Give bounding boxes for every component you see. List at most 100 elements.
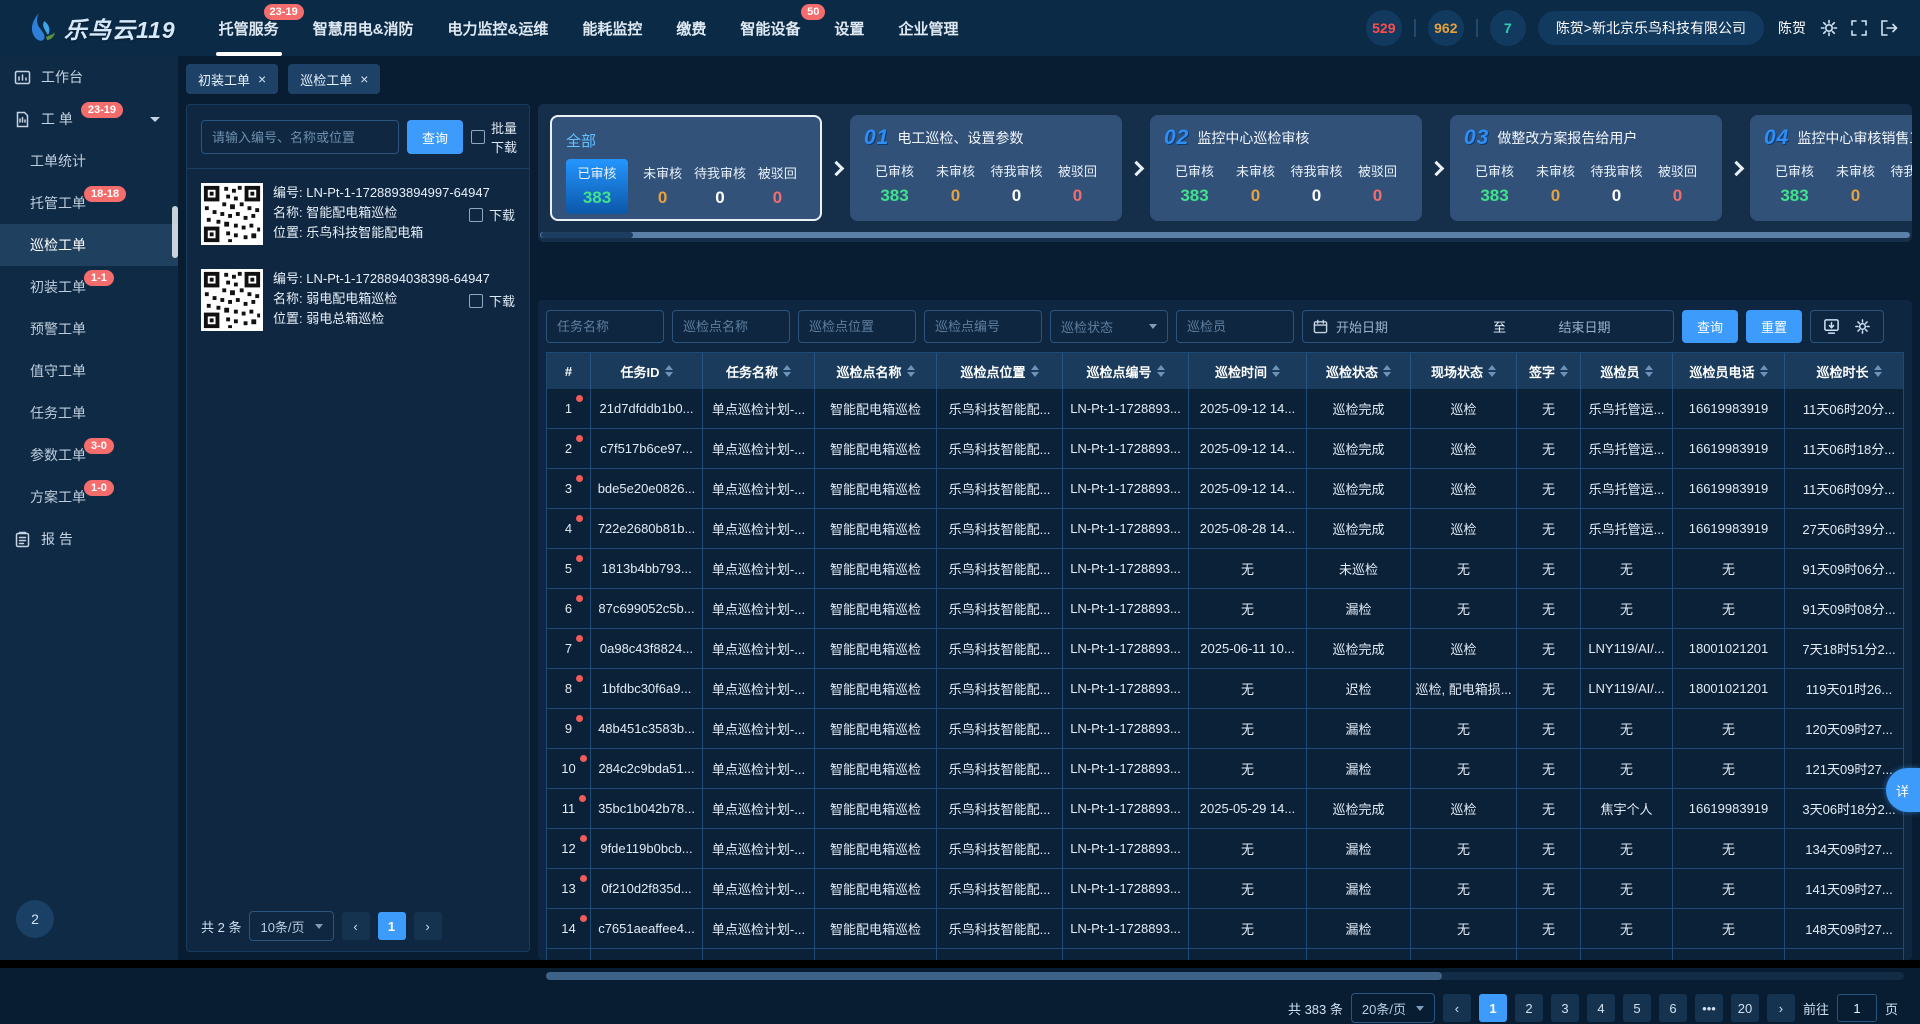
table-row[interactable]: 129fde119b0bcb...单点巡检计划-...智能配电箱巡检乐鸟科技智能… bbox=[547, 829, 1903, 869]
date-range-picker[interactable]: 开始日期 至 结束日期 bbox=[1302, 310, 1674, 343]
sidebar-item-report[interactable]: 报 告 bbox=[0, 518, 178, 560]
export-icon[interactable] bbox=[1823, 318, 1840, 335]
column-header[interactable]: 巡检点位置 bbox=[937, 353, 1063, 389]
page-button[interactable]: 1 bbox=[378, 912, 406, 940]
cards-scrollbar-thumb[interactable] bbox=[541, 232, 633, 238]
sort-icon[interactable] bbox=[1645, 365, 1653, 377]
inspection-point-item[interactable]: 编号: LN-Pt-1-1728893894997-64947 名称: 智能配电… bbox=[187, 169, 529, 255]
download-checkbox-row[interactable]: 下载 bbox=[469, 291, 515, 310]
cards-next-arrow[interactable] bbox=[1122, 163, 1150, 174]
nav-item[interactable]: 托管服务 23-19 bbox=[202, 0, 296, 56]
column-header[interactable]: 巡检状态 bbox=[1307, 353, 1411, 389]
table-scrollbar-track[interactable] bbox=[546, 972, 1904, 980]
filter-reset-button[interactable]: 重置 bbox=[1746, 310, 1802, 343]
page-button[interactable]: 4 bbox=[1587, 994, 1615, 1022]
table-row[interactable]: 3bde5e20e0826...单点巡检计划-...智能配电箱巡检乐鸟科技智能配… bbox=[547, 469, 1903, 509]
notification-counter[interactable]: 529 bbox=[1366, 10, 1402, 46]
table-row[interactable]: 51813b4bb793...单点巡检计划-...智能配电箱巡检乐鸟科技智能配.… bbox=[547, 549, 1903, 589]
table-row[interactable]: 1135bc1b042b78...单点巡检计划-...智能配电箱巡检乐鸟科技智能… bbox=[547, 789, 1903, 829]
tab-close-icon[interactable]: × bbox=[360, 72, 368, 86]
sidebar-footer-badge[interactable]: 2 bbox=[16, 900, 54, 938]
sort-icon[interactable] bbox=[907, 365, 915, 377]
inspection-point-item[interactable]: 编号: LN-Pt-1-1728894038398-64947 名称: 弱电配电… bbox=[187, 255, 529, 341]
fullscreen-icon[interactable] bbox=[1850, 19, 1868, 37]
page-button[interactable]: 20 bbox=[1731, 994, 1759, 1022]
sidebar-subitem[interactable]: 托管工单 18-18 bbox=[0, 182, 178, 224]
company-selector[interactable]: 陈贺>新北京乐鸟科技有限公司 bbox=[1538, 11, 1764, 45]
sort-icon[interactable] bbox=[1874, 365, 1882, 377]
panel-page-size-select[interactable]: 10条/页 bbox=[249, 911, 333, 941]
sort-icon[interactable] bbox=[665, 365, 673, 377]
table-scrollbar-thumb[interactable] bbox=[546, 972, 1442, 980]
column-header[interactable]: 任务ID bbox=[591, 353, 703, 389]
stage-card[interactable]: 02 监控中心巡检审核 已审核 383 未审核 0 待我审核 0 被驳回 0 bbox=[1150, 115, 1422, 221]
page-button[interactable]: 3 bbox=[1551, 994, 1579, 1022]
sort-icon[interactable] bbox=[1157, 365, 1165, 377]
stage-card[interactable]: 01 电工巡检、设置参数 已审核 383 未审核 0 待我审核 0 被驳回 0 bbox=[850, 115, 1122, 221]
tab-item[interactable]: 巡检工单 × bbox=[288, 64, 380, 94]
table-row[interactable]: 4722e2680b81b...单点巡检计划-...智能配电箱巡检乐鸟科技智能配… bbox=[547, 509, 1903, 549]
sidebar-item-workbench[interactable]: 工作台 bbox=[0, 56, 178, 98]
gear-icon[interactable] bbox=[1820, 19, 1838, 37]
download-checkbox[interactable] bbox=[469, 208, 483, 222]
panel-next-page-button[interactable]: › bbox=[414, 912, 442, 940]
page-size-select[interactable]: 20条/页 bbox=[1351, 993, 1435, 1023]
notification-counter[interactable]: 962 bbox=[1428, 10, 1464, 46]
sort-icon[interactable] bbox=[1383, 365, 1391, 377]
sort-icon[interactable] bbox=[1488, 365, 1496, 377]
table-row[interactable]: 81bfdbc30f6a9...单点巡检计划-...智能配电箱巡检乐鸟科技智能配… bbox=[547, 669, 1903, 709]
nav-item[interactable]: 智能设备 50 bbox=[723, 0, 817, 56]
sort-icon[interactable] bbox=[1760, 365, 1768, 377]
logout-icon[interactable] bbox=[1880, 19, 1898, 37]
panel-prev-page-button[interactable]: ‹ bbox=[342, 912, 370, 940]
table-row[interactable]: 2c7f517b6ce97...单点巡检计划-...智能配电箱巡检乐鸟科技智能配… bbox=[547, 429, 1903, 469]
table-row[interactable]: 10284c2c9bda51...单点巡检计划-...智能配电箱巡检乐鸟科技智能… bbox=[547, 749, 1903, 789]
sidebar-subitem[interactable]: 初装工单 1-1 bbox=[0, 266, 178, 308]
column-header[interactable]: 现场状态 bbox=[1411, 353, 1517, 389]
nav-item[interactable]: 智慧用电&消防 bbox=[296, 0, 431, 56]
column-header[interactable]: 巡检时长 bbox=[1785, 353, 1904, 389]
search-input[interactable] bbox=[201, 120, 399, 154]
filter-input[interactable] bbox=[672, 310, 790, 343]
column-header[interactable]: 签字 bbox=[1517, 353, 1581, 389]
sidebar-subitem[interactable]: 值守工单 bbox=[0, 350, 178, 392]
stage-card[interactable]: 全部 已审核 383 未审核 0 待我审核 0 被驳回 0 bbox=[550, 115, 822, 221]
page-button[interactable]: 1 bbox=[1479, 994, 1507, 1022]
table-row[interactable]: 130f210d2f835d...单点巡检计划-...智能配电箱巡检乐鸟科技智能… bbox=[547, 869, 1903, 909]
end-date-placeholder[interactable]: 结束日期 bbox=[1506, 317, 1663, 336]
column-header[interactable]: 巡检点编号 bbox=[1063, 353, 1189, 389]
column-settings-icon[interactable] bbox=[1854, 318, 1871, 335]
page-button[interactable]: 6 bbox=[1659, 994, 1687, 1022]
sort-icon[interactable] bbox=[1031, 365, 1039, 377]
page-button[interactable]: ••• bbox=[1695, 994, 1723, 1022]
cards-scrollbar-track[interactable] bbox=[540, 232, 1910, 238]
filter-input[interactable] bbox=[546, 310, 664, 343]
cards-next-arrow[interactable] bbox=[1722, 163, 1750, 174]
nav-item[interactable]: 企业管理 bbox=[881, 0, 975, 56]
table-row[interactable]: 687c699052c5b...单点巡检计划-...智能配电箱巡检乐鸟科技智能配… bbox=[547, 589, 1903, 629]
filter-select[interactable]: 巡检状态 bbox=[1050, 310, 1168, 343]
sidebar-scrollbar[interactable] bbox=[172, 206, 178, 258]
column-header[interactable]: 任务名称 bbox=[703, 353, 815, 389]
notification-counter[interactable]: 7 bbox=[1490, 10, 1526, 46]
download-checkbox[interactable] bbox=[469, 294, 483, 308]
nav-item[interactable]: 缴费 bbox=[659, 0, 723, 56]
filter-input[interactable] bbox=[1176, 310, 1294, 343]
column-header[interactable]: # bbox=[547, 353, 591, 389]
sidebar-subitem[interactable]: 任务工单 bbox=[0, 392, 178, 434]
sidebar-subitem[interactable]: 工单统计 bbox=[0, 140, 178, 182]
search-button[interactable]: 查询 bbox=[407, 120, 463, 154]
username[interactable]: 陈贺 bbox=[1778, 18, 1806, 38]
column-header[interactable]: 巡检员电话 bbox=[1673, 353, 1785, 389]
column-header[interactable]: 巡检员 bbox=[1581, 353, 1673, 389]
stage-card[interactable]: 03 做整改方案报告给用户 已审核 383 未审核 0 待我审核 0 被驳回 0 bbox=[1450, 115, 1722, 221]
table-row[interactable]: 14c7651aeaffee4...单点巡检计划-...智能配电箱巡检乐鸟科技智… bbox=[547, 909, 1903, 949]
tab-close-icon[interactable]: × bbox=[258, 72, 266, 86]
column-header[interactable]: 巡检时间 bbox=[1189, 353, 1307, 389]
download-checkbox-row[interactable]: 下载 bbox=[469, 205, 515, 224]
sidebar-item-workorder-group[interactable]: 工 单 23-19 bbox=[0, 98, 178, 140]
sort-icon[interactable] bbox=[1560, 365, 1568, 377]
nav-item[interactable]: 能耗监控 bbox=[565, 0, 659, 56]
sort-icon[interactable] bbox=[1272, 365, 1280, 377]
batch-download-row[interactable]: 批量下载 bbox=[471, 118, 517, 156]
